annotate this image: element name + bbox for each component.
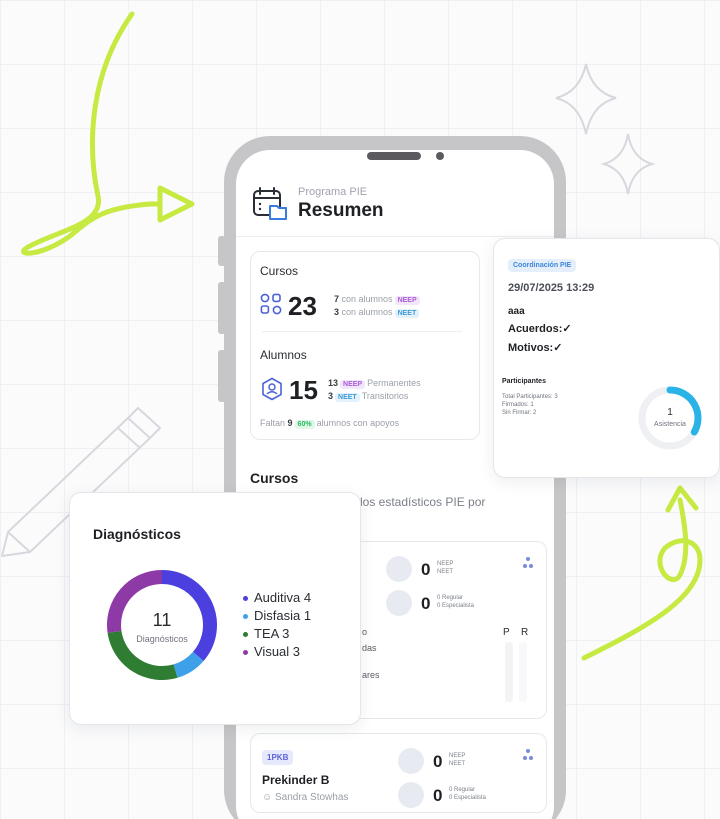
- legend-dot: [243, 596, 248, 602]
- legend-item: Visual 3: [243, 644, 300, 659]
- donut-slice-1: [173, 651, 204, 678]
- sparkle-icon: [555, 63, 617, 135]
- progress-track: [519, 642, 527, 702]
- stats-card: [250, 251, 480, 440]
- node-icon: [523, 557, 533, 568]
- neep-label: NEEP: [437, 561, 454, 567]
- page-title: Resumen: [298, 200, 384, 221]
- legend-dot: [243, 614, 248, 620]
- neet-label: NEET: [437, 569, 454, 575]
- phone-camera: [436, 152, 444, 160]
- phone-side-button: [218, 236, 226, 266]
- regular-label: 0 Regular: [449, 787, 476, 793]
- sparkle-icon-2: [600, 133, 656, 195]
- alumnos-count: 15: [289, 375, 318, 405]
- course-name: Prekinder B: [262, 773, 330, 787]
- legend-item: TEA 3: [243, 626, 289, 641]
- asistencia-ring: [638, 386, 702, 450]
- total-participantes: Total Participantes: 3: [502, 394, 558, 400]
- faltan-line: Faltan 9 60% alumnos con apoyos: [260, 418, 400, 429]
- green-arrow-doodle: [21, 11, 163, 256]
- person-icon: [398, 748, 424, 774]
- legend-dot: [243, 650, 248, 656]
- col-r-header: R: [521, 627, 529, 638]
- person-icon: [398, 782, 424, 808]
- neep-neet-count: 0: [421, 560, 431, 579]
- phone-speaker: [367, 152, 421, 160]
- motivos-line: Motivos:✓: [508, 342, 563, 354]
- legend-dot: [243, 632, 248, 638]
- phone-side-button: [218, 282, 226, 334]
- person-icon: [386, 556, 412, 582]
- legend-label: TEA 3: [254, 626, 290, 641]
- asistencia-value: 1: [667, 407, 673, 418]
- phone-side-button: [218, 350, 226, 402]
- regular-count: 0: [421, 594, 431, 613]
- green-arrow-doodle-2: [581, 497, 703, 661]
- grid-icon: [260, 293, 282, 315]
- sin-firmar: Sin Firmar: 2: [502, 410, 537, 416]
- check-icon: ✓: [553, 342, 563, 354]
- legend-label: Auditiva 4: [254, 590, 312, 605]
- coordinacion-text: aaa: [508, 306, 525, 317]
- legend-item: Auditiva 4: [243, 590, 311, 605]
- neet-label: NEET: [449, 761, 466, 767]
- regular-label: 0 Regular: [437, 595, 464, 601]
- diagnosticos-title: Diagnósticos: [93, 526, 181, 542]
- node-icon: [523, 749, 533, 760]
- cursos-count: 23: [288, 291, 317, 321]
- page-subtitle: Programa PIE: [298, 186, 368, 198]
- cursos-section-description: los estadísticos PIE por: [360, 495, 486, 509]
- regular-count: 0: [433, 786, 443, 805]
- cursos-neep-line: 7 con alumnos NEEP: [334, 294, 422, 305]
- alumnos-neep-line: 13 NEEP Permanentes: [328, 378, 421, 389]
- col-p-header: P: [503, 627, 510, 638]
- cursos-neet-line: 3 con alumnos NEET: [334, 307, 421, 318]
- row-fragment: o: [362, 627, 368, 637]
- especialista-label: 0 Especialista: [437, 603, 475, 609]
- alumnos-neet-line: 3 NEET Transitorios: [328, 391, 409, 402]
- legend-item: Disfasia 1: [243, 608, 311, 623]
- calendar-folder-icon: [253, 187, 287, 220]
- legend-label: Visual 3: [254, 644, 301, 659]
- diagnosticos-total: 11: [152, 610, 172, 630]
- green-arrowhead-doodle: [157, 185, 195, 223]
- diagnosticos-total-label: Diagnósticos: [136, 634, 188, 644]
- coordinacion-badge: Coordinación PIE: [508, 259, 577, 272]
- firmados: Firmados: 1: [502, 402, 534, 408]
- especialista-label: 0 Especialista: [449, 795, 487, 801]
- person-badge-icon: [262, 377, 282, 401]
- alumnos-label: Alumnos: [260, 348, 307, 362]
- check-icon: ✓: [562, 323, 572, 335]
- row-fragment: ares: [362, 670, 380, 680]
- legend-label: Disfasia 1: [254, 608, 312, 623]
- participantes-title: Participantes: [502, 378, 546, 385]
- course-code-badge: 1PKB: [262, 750, 294, 765]
- divider: [262, 331, 462, 332]
- asistencia-label: Asistencia: [654, 421, 686, 428]
- cursos-section-title: Cursos: [250, 470, 299, 486]
- divider: [236, 236, 554, 237]
- progress-track: [505, 642, 513, 702]
- neep-neet-count: 0: [433, 752, 443, 771]
- neep-label: NEEP: [449, 753, 466, 759]
- cursos-label: Cursos: [260, 264, 299, 278]
- person-icon: [386, 590, 412, 616]
- acuerdos-line: Acuerdos:✓: [508, 323, 572, 335]
- course-teacher: ☺ Sandra Stowhas: [262, 792, 349, 803]
- coordinacion-datetime: 29/07/2025 13:29: [508, 282, 595, 294]
- row-fragment: das: [362, 643, 377, 653]
